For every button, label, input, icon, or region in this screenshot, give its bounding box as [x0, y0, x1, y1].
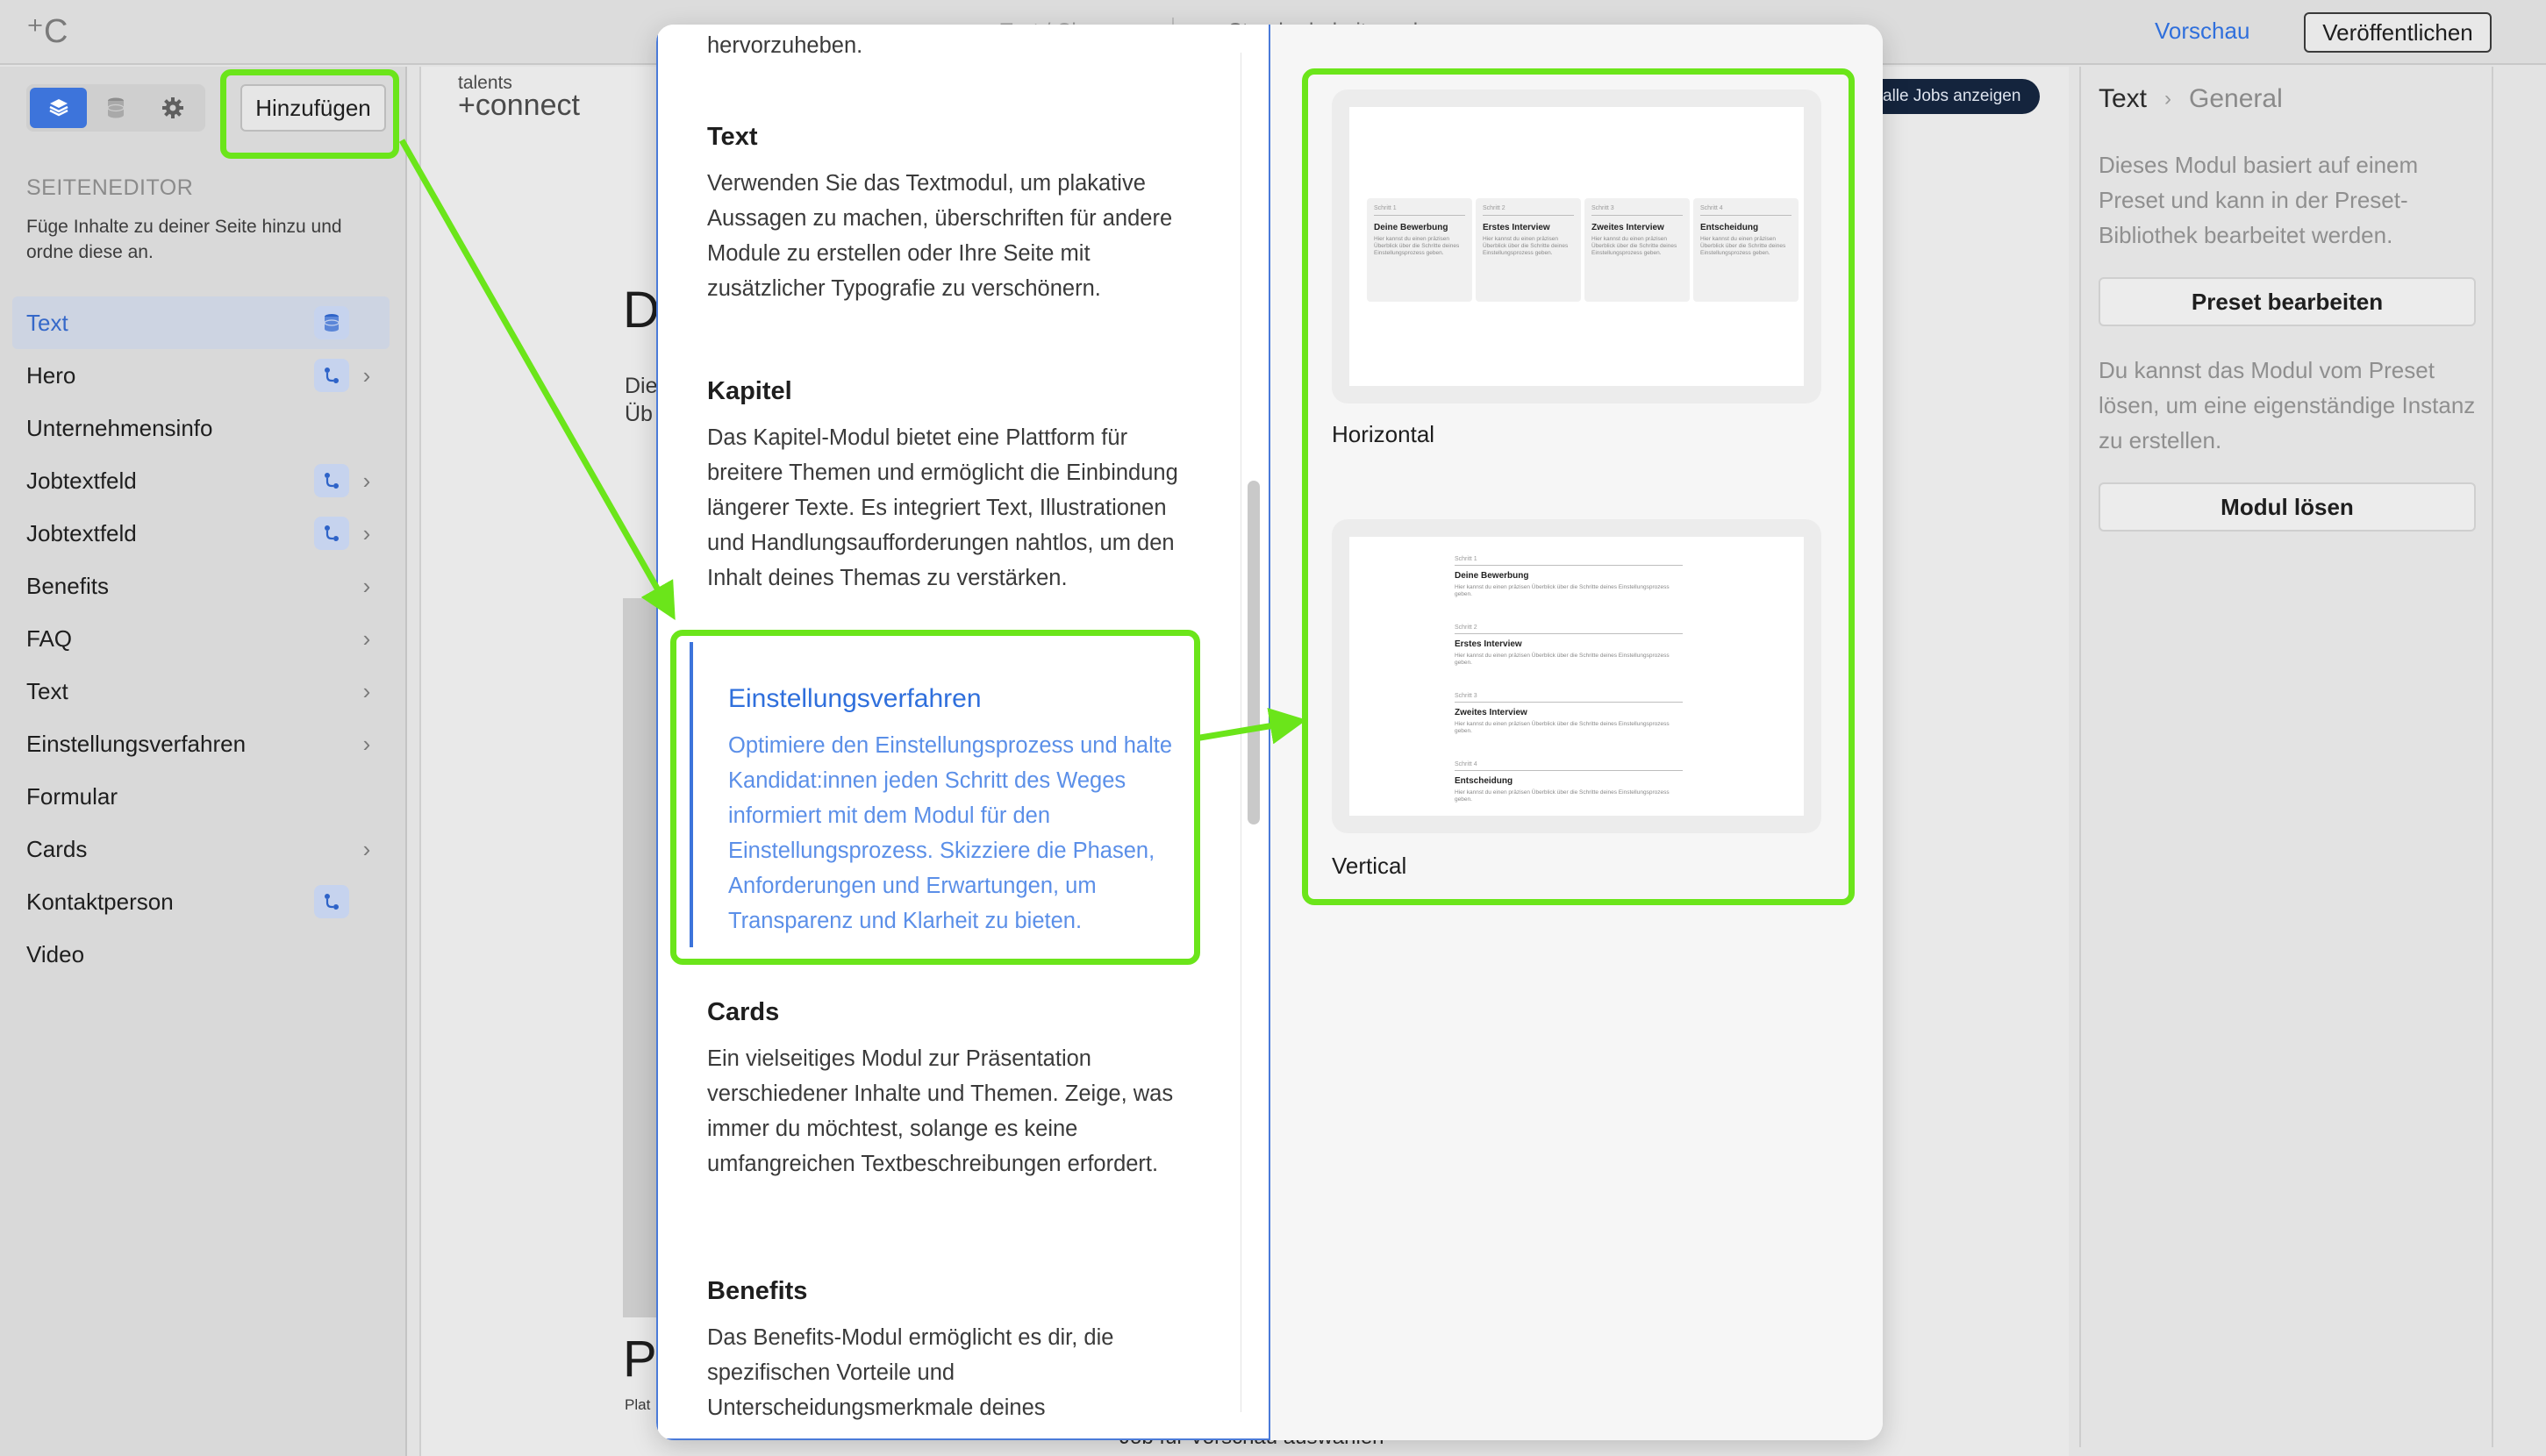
chevron-right-icon[interactable]: › — [360, 678, 374, 705]
page-editor-sidebar: Hinzufügen SEITENEDITOR Füge Inhalte zu … — [0, 67, 407, 1456]
sidebar-item-label: Unternehmensinfo — [26, 414, 213, 441]
module-option[interactable]: Benefits Das Benefits-Modul ermöglicht es… — [707, 1277, 1198, 1425]
sidebar-item-label: Jobtextfeld — [26, 467, 137, 494]
sidebar-item-label: Jobtextfeld — [26, 519, 137, 546]
module-option-title: Kapitel — [707, 377, 792, 405]
chevron-right-icon[interactable]: › — [360, 362, 374, 389]
database-icon[interactable] — [87, 88, 144, 128]
preview-text: Üb — [625, 402, 653, 426]
preview-image — [623, 598, 658, 1317]
module-option[interactable]: Cards Ein vielseitiges Modul zur Präsenta… — [707, 998, 1198, 1181]
link-icon[interactable] — [314, 517, 349, 550]
sidebar-item[interactable]: Text — [12, 296, 390, 349]
chevron-right-icon[interactable]: › — [360, 836, 374, 863]
link-icon[interactable] — [314, 464, 349, 497]
database-icon[interactable] — [314, 306, 349, 339]
sidebar-item-label: Formular — [26, 782, 118, 810]
sidebar-item-label: Kontaktperson — [26, 888, 174, 915]
module-option-title: Text — [707, 123, 758, 151]
sidebar-item[interactable]: Video — [12, 928, 390, 981]
preset-info-text: Dieses Modul basiert auf einem Preset un… — [2099, 152, 2419, 248]
section-description: Füge Inhalte zu deiner Seite hinzu und o… — [26, 217, 342, 262]
properties-panel: Text › General Dieses Modul basiert auf … — [2079, 67, 2493, 1447]
sidebar-item-label: Einstellungsverfahren — [26, 730, 247, 757]
breadcrumb-item[interactable]: Text — [2099, 84, 2147, 114]
module-option-title: Cards — [707, 998, 780, 1026]
sidebar-item-label: Hero — [26, 361, 76, 389]
sidebar-item-label: FAQ — [26, 625, 73, 652]
link-icon[interactable] — [314, 885, 349, 918]
annotation-highlight-variants — [1302, 68, 1855, 905]
sidebar-item[interactable]: Unternehmensinfo — [12, 402, 390, 454]
sidebar-item[interactable]: Einstellungsverfahren › — [12, 717, 390, 770]
module-option[interactable]: Kapitel Das Kapitel-Modul bietet eine Pla… — [707, 377, 1198, 596]
module-list: Text Hero › Unternehmensinfo Jobtextfeld › Job… — [12, 296, 390, 981]
chevron-right-icon: › — [2164, 87, 2172, 111]
chevron-right-icon[interactable]: › — [360, 467, 374, 495]
module-option-description: Verwenden Sie das Textmodul, um plakativ… — [707, 171, 1173, 301]
annotation-highlight-add — [220, 69, 399, 159]
preview-heading-2: P — [623, 1331, 657, 1388]
sidebar-item-label: Video — [26, 940, 85, 967]
module-option-description: Das Kapitel-Modul bietet eine Plattform … — [707, 425, 1178, 590]
layers-icon[interactable] — [30, 88, 88, 128]
module-option[interactable]: Text Verwenden Sie das Textmodul, um plak… — [707, 123, 1198, 306]
module-option-title: Benefits — [707, 1277, 808, 1305]
sidebar-item[interactable]: FAQ › — [12, 612, 390, 665]
breadcrumb-item: General — [2189, 84, 2283, 113]
module-option-description: Ein vielseitiges Modul zur Präsentation … — [707, 1046, 1174, 1176]
brand-logo: talents +connect — [458, 73, 580, 122]
sidebar-item[interactable]: Text › — [12, 665, 390, 717]
section-title: SEITENEDITOR — [26, 175, 194, 200]
publish-button[interactable]: Veröffentlichen — [2304, 12, 2492, 53]
module-option-description: Das Benefits-Modul ermöglicht es dir, di… — [707, 1325, 1114, 1420]
sidebar-view-switcher — [26, 84, 205, 132]
sidebar-item[interactable]: Jobtextfeld › — [12, 507, 390, 560]
sidebar-item[interactable]: Kontaktperson — [12, 875, 390, 928]
link-icon[interactable] — [314, 359, 349, 392]
list-fragment: hervorzuheben. — [707, 33, 863, 58]
app-logo-icon[interactable]: ⁺C — [26, 14, 68, 49]
preview-link[interactable]: Vorschau — [2155, 18, 2249, 45]
sidebar-item-label: Text — [26, 309, 68, 336]
list-scrollbar[interactable] — [1248, 481, 1260, 824]
gear-icon[interactable] — [145, 88, 202, 128]
sidebar-item[interactable]: Cards › — [12, 823, 390, 875]
preview-text: Die — [625, 374, 658, 398]
sidebar-item-label: Benefits — [26, 572, 109, 599]
chevron-right-icon[interactable]: › — [360, 625, 374, 653]
sidebar-item-label: Text — [26, 677, 68, 704]
all-jobs-pill[interactable]: alle Jobs anzeigen — [1860, 79, 2040, 114]
chevron-right-icon[interactable]: › — [360, 731, 374, 758]
sidebar-item-label: Cards — [26, 835, 88, 862]
sidebar-item[interactable]: Formular — [12, 770, 390, 823]
preview-text: Plat — [625, 1396, 651, 1413]
detach-info-text: Du kannst das Modul vom Preset lösen, um… — [2099, 357, 2476, 453]
sidebar-item[interactable]: Jobtextfeld › — [12, 454, 390, 507]
edit-preset-button[interactable]: Preset bearbeiten — [2099, 277, 2476, 326]
sidebar-item[interactable]: Hero › — [12, 349, 390, 402]
sidebar-item[interactable]: Benefits › — [12, 560, 390, 612]
chevron-right-icon[interactable]: › — [360, 573, 374, 600]
detach-module-button[interactable]: Modul lösen — [2099, 482, 2476, 532]
chevron-right-icon[interactable]: › — [360, 520, 374, 547]
breadcrumb: Text › General — [2099, 84, 2283, 114]
annotation-highlight-module — [670, 630, 1200, 965]
preview-heading: D — [623, 282, 660, 339]
